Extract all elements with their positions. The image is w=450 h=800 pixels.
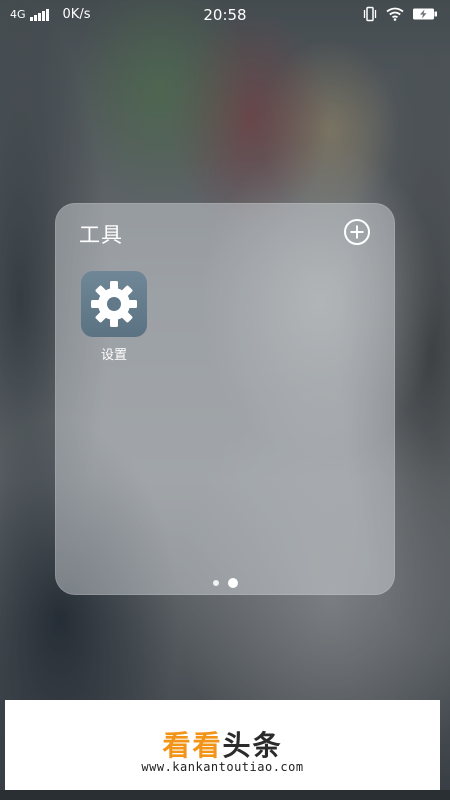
status-bar: 4G 0K/s 20:58 (0, 0, 450, 30)
watermark-url: www.kankantoutiao.com (141, 760, 304, 774)
page-indicator (55, 578, 395, 588)
wifi-icon (386, 7, 404, 21)
watermark-banner: 看看头条 www.kankantoutiao.com (5, 700, 440, 790)
app-label-settings: 设置 (100, 348, 127, 363)
settings-app-icon[interactable] (81, 271, 147, 337)
gear-icon (91, 281, 137, 327)
watermark-brand-part1: 看看 (162, 729, 223, 762)
app-settings[interactable]: 设置 (79, 271, 149, 363)
watermark-logo: 看看头条 (5, 724, 440, 764)
page-dot-2-active[interactable] (227, 578, 238, 588)
watermark-brand-part2: 头条 (222, 729, 283, 762)
page-dot-1[interactable] (212, 580, 219, 586)
status-right (362, 6, 438, 22)
battery-charging-icon (413, 8, 437, 20)
folder-title[interactable]: 工具 (79, 219, 123, 249)
vibrate-icon (363, 6, 377, 22)
app-folder: 工具 设置 (55, 203, 395, 595)
bottom-strip (0, 790, 450, 800)
plus-circle-icon[interactable] (343, 218, 371, 246)
